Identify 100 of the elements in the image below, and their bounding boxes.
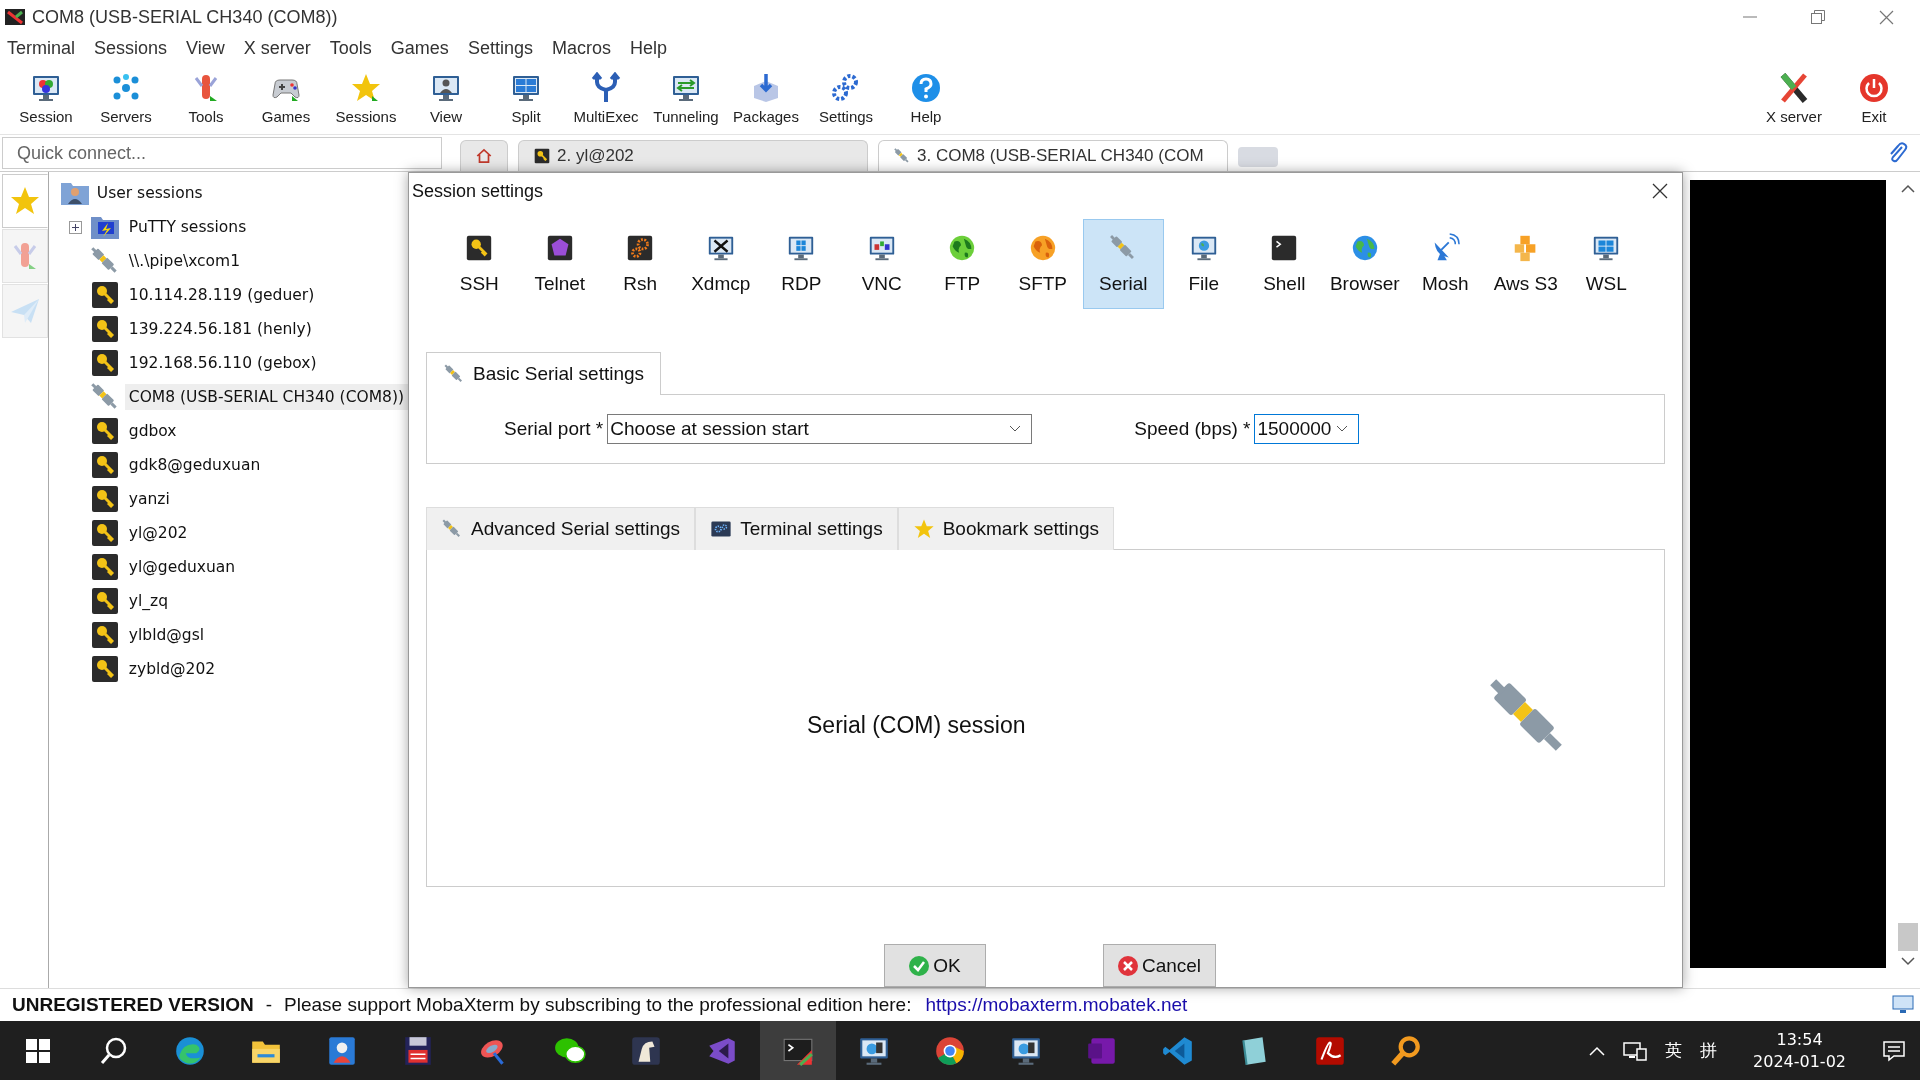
settings-tab[interactable]: Terminal settings — [695, 507, 898, 550]
dropdown-field[interactable]: 1500000 — [1254, 414, 1360, 444]
x-logo-icon — [1778, 71, 1810, 104]
session-item[interactable]: 192.168.56.110 (gebox) — [124, 350, 321, 376]
separator-text: - — [265, 994, 273, 1016]
protocol-button[interactable]: SFTP — [1002, 219, 1083, 309]
check-icon — [909, 955, 930, 976]
protocol-button[interactable]: FTP — [922, 219, 1003, 309]
windows-logo-icon[interactable] — [26, 1038, 50, 1063]
session-item[interactable]: gdbox — [124, 418, 181, 444]
protocol-button[interactable]: Aws S3 — [1485, 219, 1566, 309]
session-item[interactable]: yl@202 — [124, 520, 192, 546]
scroll-down-icon[interactable] — [1901, 957, 1915, 966]
toolbar-button[interactable]: Session — [6, 66, 86, 130]
field-label: Serial port * — [504, 418, 604, 440]
protocol-button[interactable]: SSH — [439, 219, 520, 309]
menu-item[interactable]: Sessions — [91, 37, 176, 59]
window-title: COM8 (USB-SERIAL CH340 (COM8)) — [32, 6, 339, 28]
clock-time[interactable]: 13:54 — [1776, 1028, 1823, 1051]
protocol-button[interactable]: Browser — [1324, 219, 1405, 309]
protocol-button[interactable]: Mosh — [1405, 219, 1486, 309]
expand-icon[interactable] — [69, 220, 83, 234]
toolbar-button[interactable]: X server — [1754, 66, 1834, 130]
session-item[interactable]: 139.224.56.181 (henly) — [124, 316, 316, 342]
restore-icon[interactable] — [1811, 10, 1825, 24]
protocol-button[interactable]: Serial — [1083, 219, 1164, 309]
toolbar-button[interactable]: Sessions — [326, 66, 406, 130]
help-icon — [910, 71, 942, 104]
settings-tab[interactable]: Basic Serial settings — [426, 352, 662, 395]
toolbar-button[interactable]: Packages — [726, 66, 806, 130]
scroll-up-icon[interactable] — [1901, 184, 1915, 193]
protocol-button[interactable]: WSL — [1566, 219, 1647, 309]
menu-item[interactable]: X server — [240, 37, 319, 59]
toolbar-button[interactable]: Servers — [86, 66, 166, 130]
session-tab[interactable]: 3. COM8 (USB-SERIAL CH340 (COM — [878, 140, 1228, 171]
chevron-icon — [1336, 425, 1349, 433]
menu-item[interactable]: Settings — [464, 37, 541, 59]
menu-item[interactable]: Tools — [326, 37, 380, 59]
toolbar-button[interactable]: Split — [486, 66, 566, 130]
session-item[interactable]: PuTTY sessions — [124, 214, 251, 240]
session-tab[interactable]: 2. yl@202 — [518, 140, 868, 171]
protocol-button[interactable]: RDP — [761, 219, 842, 309]
home-icon — [475, 147, 493, 165]
toolbar-button[interactable]: Settings — [806, 66, 886, 130]
session-item[interactable]: zybld@202 — [124, 656, 220, 682]
session-item[interactable]: ylbld@gsl — [124, 622, 208, 648]
toolbar-button[interactable]: Games — [246, 66, 326, 130]
dropdown-field[interactable]: Choose at session start — [607, 414, 1033, 444]
ok-button[interactable]: OK — [884, 944, 986, 987]
input-layout-indicator[interactable]: 拼 — [1700, 1039, 1717, 1062]
toolbar-button[interactable]: Tools — [166, 66, 246, 130]
caret-up-icon[interactable] — [1589, 1045, 1605, 1056]
dialog-title: Session settings — [412, 180, 545, 202]
protocol-button[interactable]: File — [1163, 219, 1244, 309]
session-item[interactable]: yl@geduxuan — [124, 554, 240, 580]
website-link[interactable]: https://mobaxterm.mobatek.net — [925, 994, 1188, 1016]
scrollbar-thumb[interactable] — [1898, 923, 1918, 951]
protocol-button[interactable]: Xdmcp — [680, 219, 761, 309]
cancel-icon — [1117, 955, 1138, 976]
menu-item[interactable]: Games — [387, 37, 457, 59]
support-message: Please support MobaXterm by subscribing to the professional edition here: — [284, 994, 912, 1016]
toolbar-button[interactable]: Exit — [1834, 66, 1914, 130]
protocol-button[interactable]: Rsh — [600, 219, 681, 309]
tree-root-label[interactable]: User sessions — [96, 184, 203, 202]
session-item[interactable]: \\.\pipe\xcom1 — [124, 248, 245, 274]
search-icon[interactable] — [99, 1035, 129, 1066]
settings-tab[interactable]: Advanced Serial settings — [426, 507, 696, 550]
protocol-button[interactable]: Telnet — [519, 219, 600, 309]
clock-date[interactable]: 2024-01-02 — [1753, 1050, 1846, 1073]
protocol-button[interactable]: VNC — [841, 219, 922, 309]
terminal-icon — [710, 518, 733, 540]
close-icon[interactable] — [1652, 183, 1668, 199]
plug-icon — [443, 363, 465, 385]
monitor-icon[interactable] — [1892, 995, 1914, 1015]
toolbar-button[interactable]: Tunneling — [646, 66, 726, 130]
session-tab[interactable] — [460, 140, 508, 171]
session-item[interactable]: yl_zq — [124, 588, 173, 614]
session-item[interactable]: yanzi — [124, 486, 174, 512]
session-item[interactable]: 10.114.28.119 (geduer) — [124, 282, 319, 308]
menu-item[interactable]: Terminal — [4, 37, 84, 59]
menu-item[interactable]: View — [183, 37, 233, 59]
settings-tab[interactable]: Bookmark settings — [897, 507, 1114, 550]
cancel-button[interactable]: Cancel — [1103, 944, 1216, 987]
protocol-button[interactable]: Shell — [1244, 219, 1325, 309]
quick-connect-field[interactable]: Quick connect... — [2, 137, 442, 169]
ime-indicator[interactable]: 英 — [1665, 1039, 1682, 1062]
fork-icon — [590, 71, 622, 104]
menu-item[interactable]: Macros — [548, 37, 619, 59]
chevron-icon — [1009, 425, 1022, 433]
session-item[interactable]: COM8 (USB-SERIAL CH340 (COM8)) — [124, 384, 408, 410]
menu-item[interactable]: Help — [626, 37, 675, 59]
plug-icon — [893, 147, 911, 165]
toolbar-button[interactable]: MultiExec — [566, 66, 646, 130]
session-description: Serial (COM) session — [807, 711, 1027, 739]
notification-icon[interactable] — [1882, 1039, 1906, 1062]
toolbar-button[interactable]: View — [406, 66, 486, 130]
network-icon[interactable] — [1623, 1040, 1647, 1061]
toolbar-button[interactable]: Help — [886, 66, 966, 130]
version-label: UNREGISTERED VERSION — [12, 994, 254, 1016]
session-item[interactable]: gdk8@geduxuan — [124, 452, 265, 478]
